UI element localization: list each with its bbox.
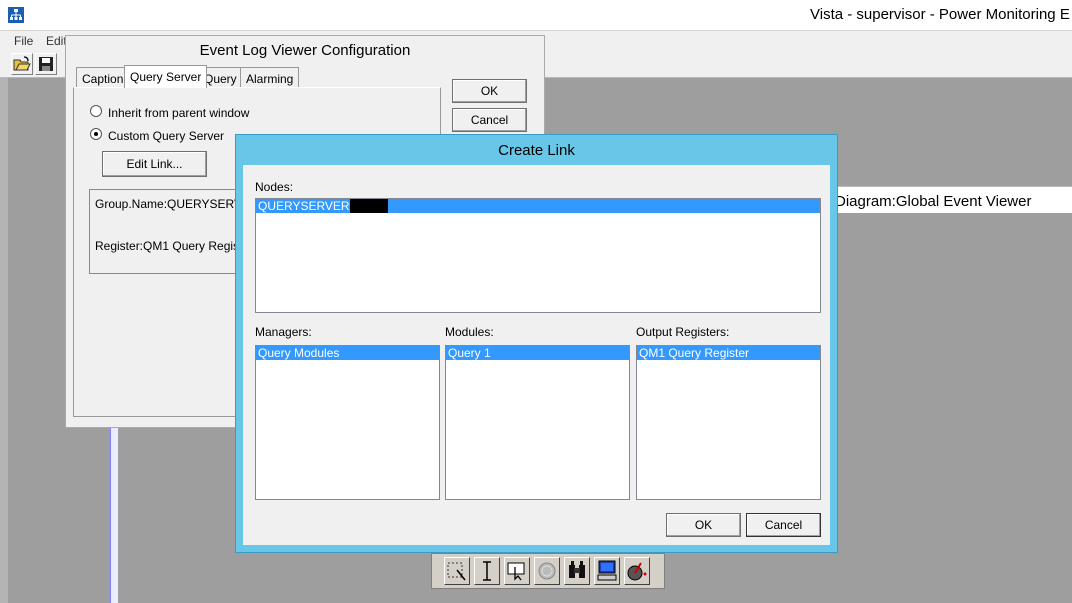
radio-custom-query-server[interactable] — [90, 128, 102, 140]
list-item-node[interactable]: QUERYSERVER — [256, 199, 820, 213]
register-text: Register:QM1 Query Register — [95, 239, 254, 253]
tab-query-server[interactable]: Query Server — [124, 65, 208, 88]
app-icon — [8, 7, 24, 23]
open-folder-icon[interactable] — [11, 53, 33, 75]
meter-icon[interactable] — [624, 557, 650, 585]
diagram-window-edge — [110, 420, 118, 603]
radio-custom-label[interactable]: Custom Query Server — [108, 129, 224, 143]
diagram-canvas[interactable] — [835, 213, 1072, 603]
text-cursor-icon[interactable] — [474, 557, 500, 585]
managers-label: Managers: — [255, 325, 312, 339]
list-item-output-register[interactable]: QM1 Query Register — [637, 346, 820, 360]
create-link-ok-button[interactable]: OK — [666, 513, 741, 537]
link-info-box: Group.Name:QUERYSERVER Register:QM1 Quer… — [89, 189, 259, 274]
pointer-icon[interactable] — [504, 557, 530, 585]
app-title: Vista - supervisor - Power Monitoring E — [810, 6, 1070, 23]
menu-edit[interactable]: Edit — [46, 34, 67, 48]
radio-inherit-label[interactable]: Inherit from parent window — [108, 106, 249, 120]
create-link-cancel-button[interactable]: Cancel — [746, 513, 821, 537]
app-titlebar: Vista - supervisor - Power Monitoring E — [0, 0, 1072, 31]
nodes-label: Nodes: — [255, 180, 294, 194]
output-registers-label: Output Registers: — [636, 325, 730, 339]
tool-palette — [431, 553, 665, 589]
list-item-manager[interactable]: Query Modules — [256, 346, 439, 360]
config-dialog-titlebar: Event Log Viewer Configuration — [66, 36, 544, 64]
config-ok-button[interactable]: OK — [452, 79, 527, 103]
diagram-titlebar: Diagram:Global Event Viewer — [835, 186, 1072, 213]
modules-listbox[interactable]: Query 1 — [445, 345, 630, 500]
managers-listbox[interactable]: Query Modules — [255, 345, 440, 500]
edit-link-button[interactable]: Edit Link... — [102, 151, 207, 177]
create-link-client: Nodes: QUERYSERVER Managers: Query Modul… — [243, 165, 830, 545]
config-dialog-title: Event Log Viewer Configuration — [199, 42, 411, 59]
node-name: QUERYSERVER — [258, 199, 350, 213]
workspace-edge — [0, 78, 8, 603]
computer-icon[interactable] — [594, 557, 620, 585]
grid-icon[interactable] — [444, 557, 470, 585]
save-icon[interactable] — [35, 53, 57, 75]
tab-caption[interactable]: Caption — [76, 67, 130, 87]
menu-file[interactable]: File — [14, 34, 33, 48]
binoculars-icon[interactable] — [564, 557, 590, 585]
tab-alarming[interactable]: Alarming — [240, 67, 300, 87]
diagram-title: Diagram:Global Event Viewer — [835, 193, 1032, 210]
create-link-title: Create Link — [498, 142, 575, 159]
create-link-dialog: Create Link Nodes: QUERYSERVER Managers:… — [235, 134, 838, 553]
radio-inherit[interactable] — [90, 105, 102, 117]
redacted-block — [349, 199, 388, 213]
list-item-module[interactable]: Query 1 — [446, 346, 629, 360]
output-registers-listbox[interactable]: QM1 Query Register — [636, 345, 821, 500]
modules-label: Modules: — [445, 325, 494, 339]
circle-icon[interactable] — [534, 557, 560, 585]
nodes-listbox[interactable]: QUERYSERVER — [255, 198, 821, 313]
config-cancel-button[interactable]: Cancel — [452, 108, 527, 132]
